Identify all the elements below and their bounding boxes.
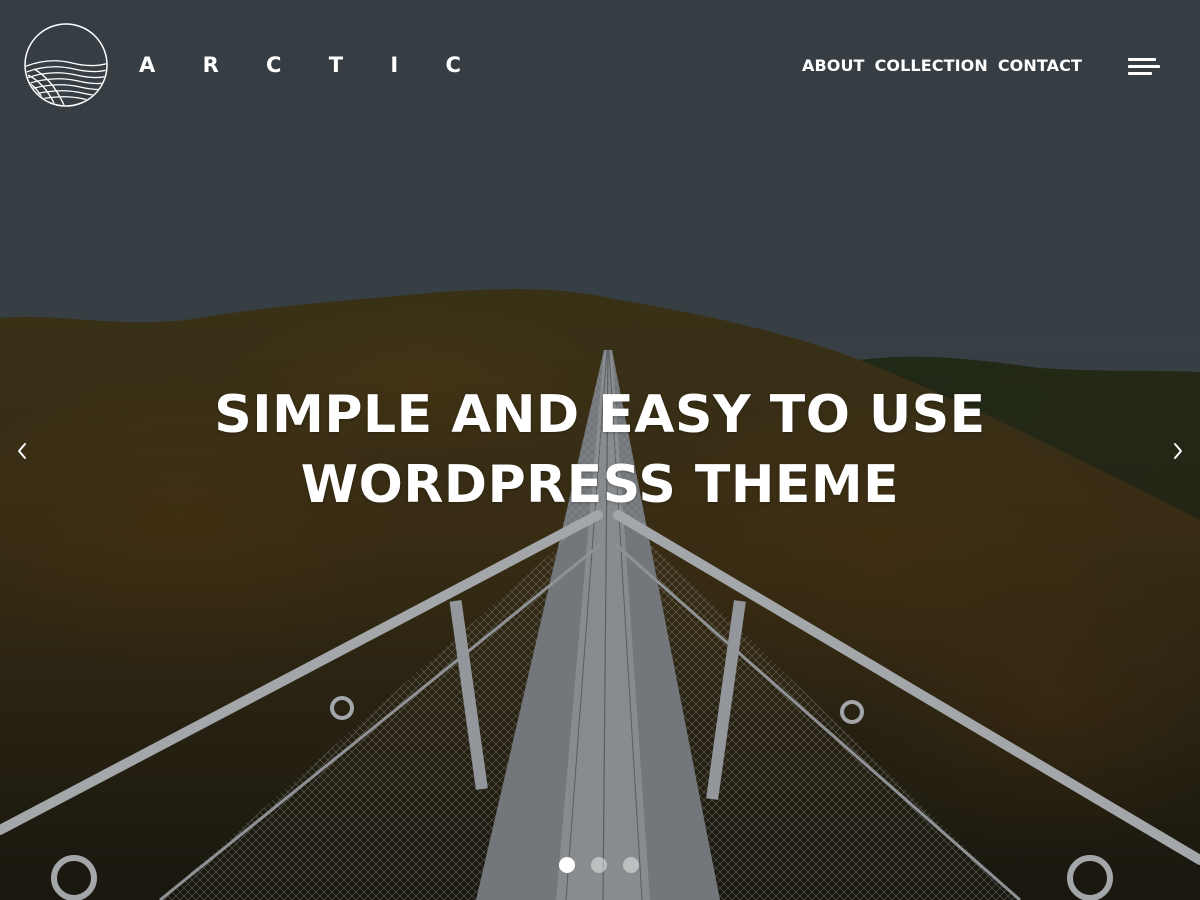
hamburger-menu-icon[interactable] (1128, 55, 1162, 79)
menu-line (1128, 72, 1152, 75)
slider-dot-1[interactable] (559, 857, 575, 873)
nav-link-contact[interactable]: CONTACT (998, 57, 1082, 75)
chevron-right-icon[interactable] (1168, 440, 1188, 462)
hero-title: SIMPLE AND EASY TO USE WORDPRESS THEME (0, 380, 1200, 520)
site-logo-link[interactable]: A R C T I C (24, 23, 481, 107)
hero-slider: A R C T I C ABOUT COLLECTION CONTACT SIM… (0, 0, 1200, 900)
chevron-left-icon[interactable] (12, 440, 32, 462)
site-title: A R C T I C (139, 52, 481, 77)
slider-dot-2[interactable] (591, 857, 607, 873)
hero-title-line-1: SIMPLE AND EASY TO USE (214, 385, 986, 445)
nav-link-collection[interactable]: COLLECTION (875, 57, 988, 75)
main-navigation: ABOUT COLLECTION CONTACT (802, 57, 1082, 75)
hero-title-line-2: WORDPRESS THEME (300, 455, 900, 515)
waves-circle-icon (24, 23, 108, 107)
slider-dot-3[interactable] (623, 857, 639, 873)
menu-line (1128, 65, 1160, 68)
nav-link-about[interactable]: ABOUT (802, 57, 865, 75)
slider-pagination (559, 857, 639, 873)
menu-line (1128, 58, 1156, 61)
